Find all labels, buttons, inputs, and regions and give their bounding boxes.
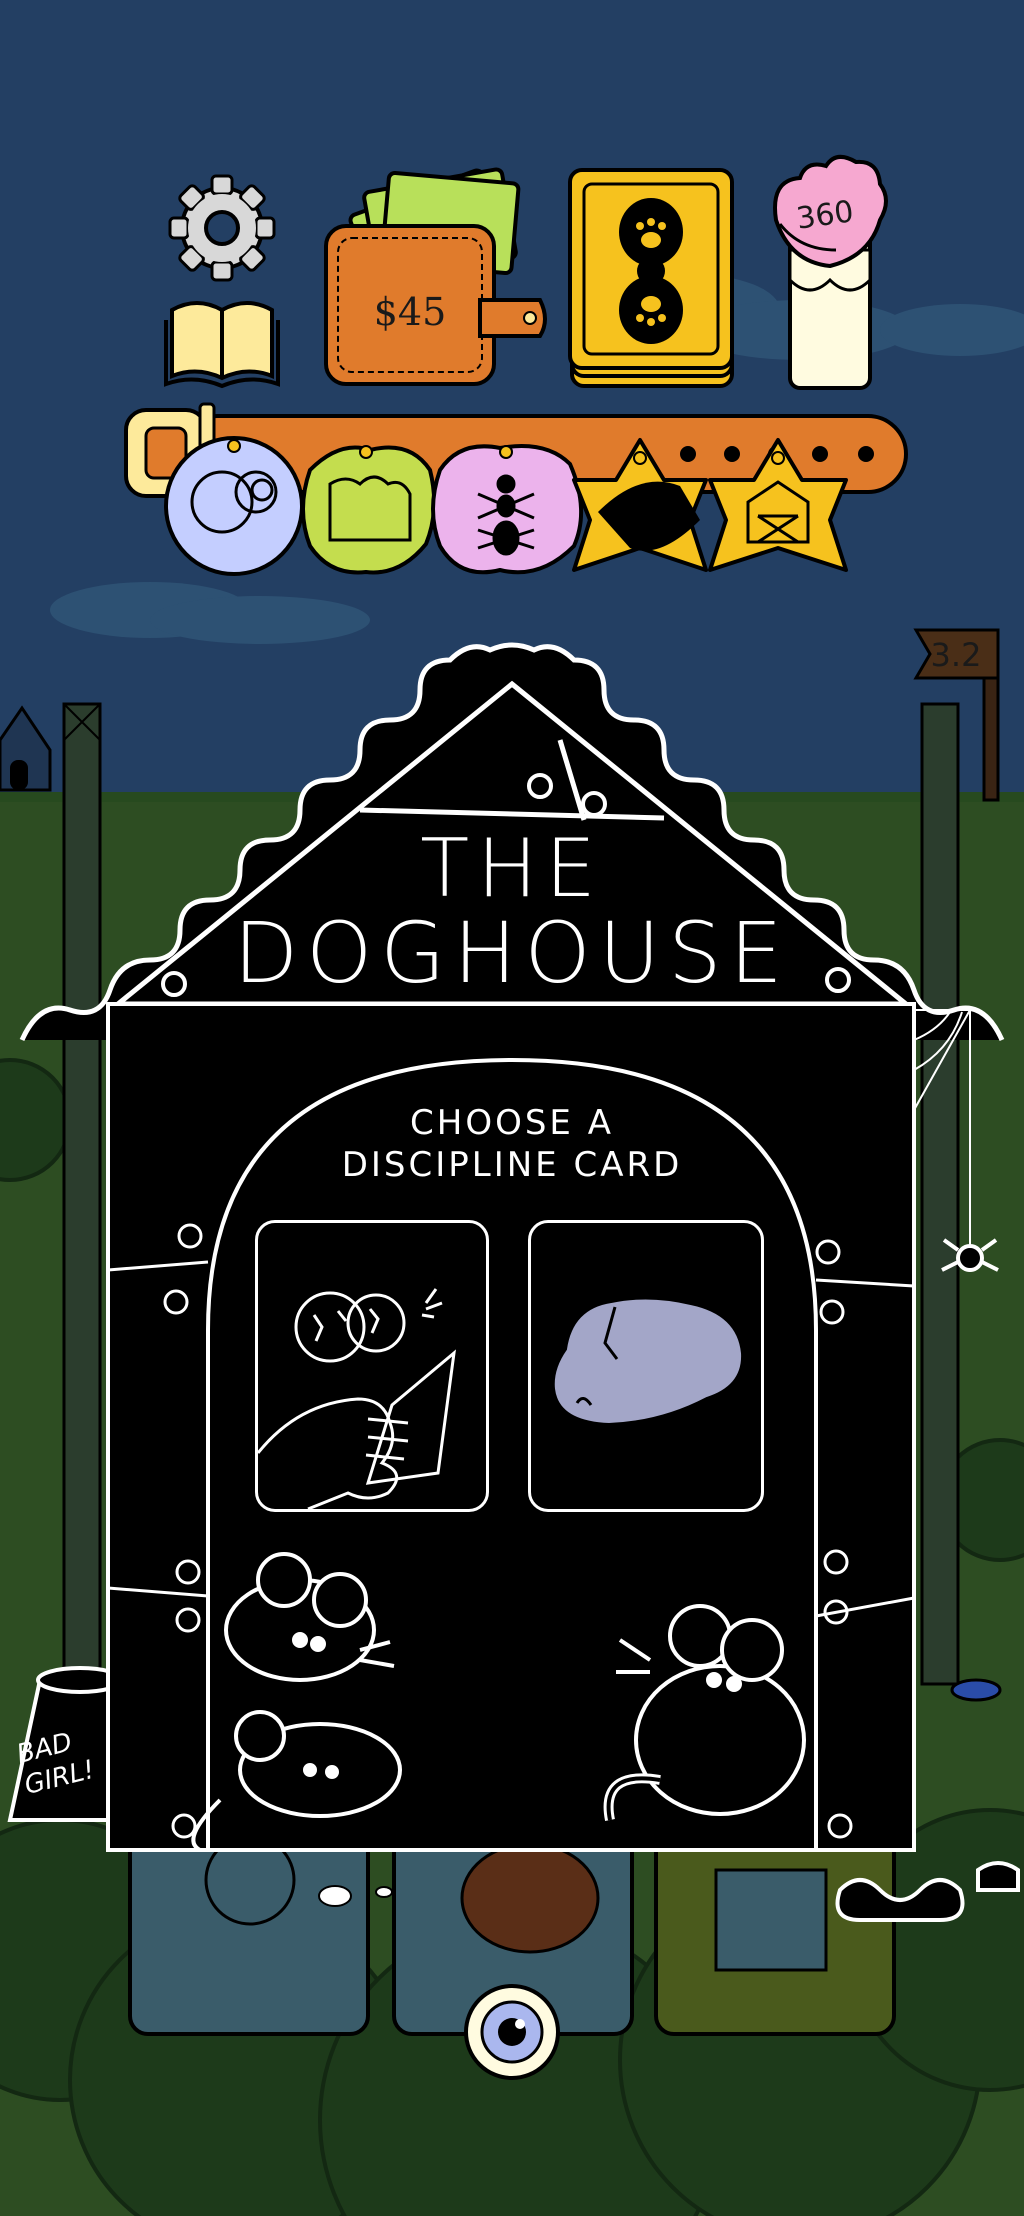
milk-glass-button[interactable] — [770, 160, 890, 392]
eye-button[interactable] — [464, 1984, 560, 2080]
collar-tag-glove[interactable] — [300, 440, 440, 576]
deck-button[interactable] — [566, 168, 738, 390]
level-indicator: 3.2 — [930, 636, 982, 674]
settings-button[interactable] — [172, 178, 272, 278]
small-doghouse-icon — [0, 705, 52, 792]
reading-paper-icon — [256, 1288, 456, 1511]
collar-tag-barn[interactable] — [708, 440, 848, 572]
doghouse-title-line2: DOGHOUSE — [233, 904, 791, 1002]
collar-tag-dog[interactable] — [572, 440, 708, 572]
prompt-line1: CHOOSE A — [410, 1103, 614, 1143]
rulebook-button[interactable] — [166, 292, 278, 388]
discipline-card-reading[interactable] — [255, 1220, 489, 1512]
collar-tag-ant[interactable] — [432, 440, 582, 576]
wallet-button[interactable] — [320, 170, 550, 390]
collar-tag-bubbles[interactable] — [166, 438, 302, 574]
rock-icon — [550, 1295, 746, 1428]
discipline-card-rock[interactable] — [528, 1220, 764, 1512]
discipline-prompt: CHOOSE A DISCIPLINE CARD — [262, 1102, 762, 1186]
prompt-line2: DISCIPLINE CARD — [341, 1145, 683, 1185]
wallet-money: $45 — [373, 290, 447, 334]
doghouse-title-line1: THE — [420, 822, 604, 915]
